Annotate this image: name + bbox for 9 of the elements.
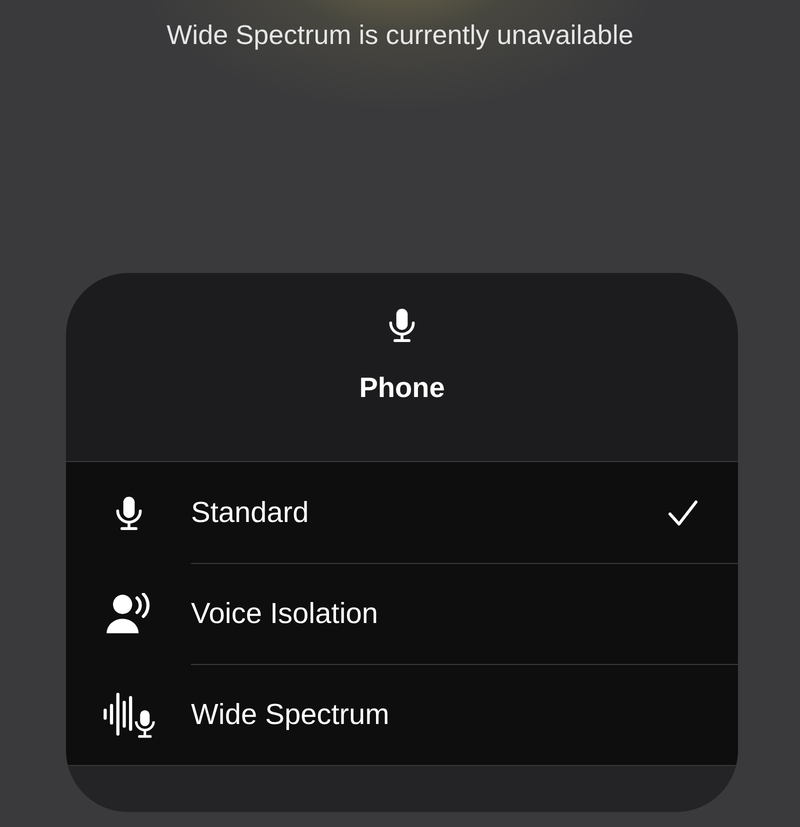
status-message: Wide Spectrum is currently unavailable [166,19,634,52]
menu-title: Phone [359,371,445,405]
item-label: Voice Isolation [191,597,378,632]
item-label: Standard [191,496,309,530]
waveform-microphone-icon [102,690,156,738]
menu-item[interactable]: Standard [66,462,738,563]
item-label: Wide Spectrum [191,698,390,733]
person-sound-icon [104,592,152,634]
menu-item[interactable]: Voice Isolation [66,563,738,664]
